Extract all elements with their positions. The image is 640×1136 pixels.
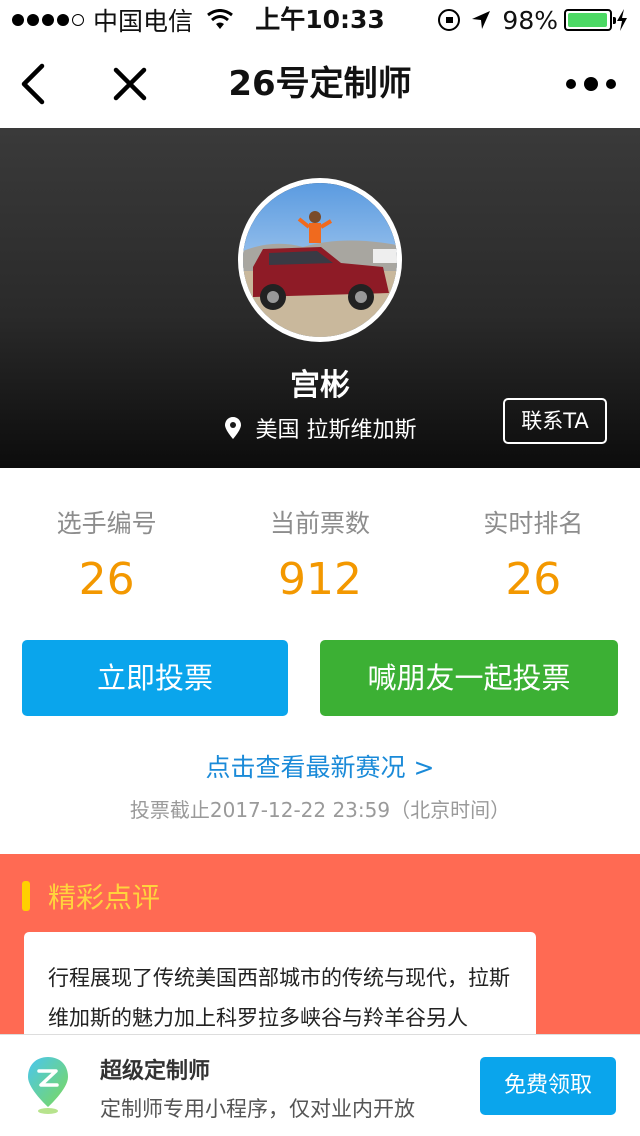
share-vote-button[interactable]: 喊朋友一起投票 — [320, 640, 618, 716]
lock-rotation-icon — [438, 9, 461, 31]
avatar-image — [243, 183, 397, 337]
avatar[interactable] — [238, 178, 402, 342]
profile-hero: 宫彬 美国 拉斯维加斯 联系TA — [0, 128, 640, 468]
battery-icon — [564, 9, 616, 31]
status-bar: 中国电信 上午10:33 98% — [0, 0, 640, 40]
review-title: 精彩点评 — [48, 881, 161, 914]
review-text: 行程展现了传统美国西部城市的传统与现代，拉斯维加斯的魅力加上科罗拉多峡谷与羚羊谷… — [48, 966, 510, 1030]
page-title: 26号定制师 — [228, 64, 412, 104]
more-icon[interactable] — [566, 66, 616, 102]
stat-value: 912 — [278, 554, 362, 605]
stat-label: 选手编号 — [56, 509, 157, 538]
banner-title: 超级定制师 — [100, 1059, 211, 1084]
more-dot — [584, 77, 598, 91]
stat-player-number: 选手编号 26 — [0, 468, 213, 628]
battery-percent: 98% — [502, 5, 558, 35]
location-text: 美国 拉斯维加斯 — [255, 418, 417, 443]
review-header: 精彩点评 — [22, 876, 160, 916]
vote-deadline: 投票截止2017-12-22 23:59（北京时间） — [129, 798, 511, 822]
latest-results-link[interactable]: 点击查看最新赛况 > — [0, 748, 640, 784]
banner-subtitle: 定制师专用小程序，仅对业内开放 — [100, 1097, 415, 1121]
more-dot — [566, 79, 576, 89]
battery-fill — [568, 13, 608, 27]
stat-vote-count: 当前票数 912 — [213, 468, 426, 628]
stats-row: 选手编号 26 当前票数 912 实时排名 26 — [0, 468, 640, 628]
location-pin-icon — [224, 417, 241, 439]
charging-icon — [617, 9, 627, 31]
stat-value: 26 — [78, 554, 135, 605]
free-claim-button[interactable]: 免费领取 — [480, 1057, 616, 1115]
section-marker — [22, 881, 30, 911]
status-right: 98% — [438, 4, 628, 36]
location-arrow-icon — [472, 11, 491, 29]
contact-button[interactable]: 联系TA — [503, 398, 607, 444]
stat-label: 当前票数 — [269, 509, 370, 538]
nav-bar: 26号定制师 — [0, 40, 640, 128]
mini-program-banner[interactable]: 超级定制师 定制师专用小程序，仅对业内开放 免费领取 — [0, 1034, 640, 1136]
close-icon[interactable] — [108, 62, 152, 106]
stat-value: 26 — [505, 554, 562, 605]
back-icon[interactable] — [14, 60, 54, 108]
stat-label: 实时排名 — [483, 509, 584, 538]
vote-button[interactable]: 立即投票 — [22, 640, 288, 716]
app-logo-icon — [28, 1057, 68, 1114]
more-dot — [606, 79, 616, 89]
stat-ranking: 实时排名 26 — [427, 468, 640, 628]
